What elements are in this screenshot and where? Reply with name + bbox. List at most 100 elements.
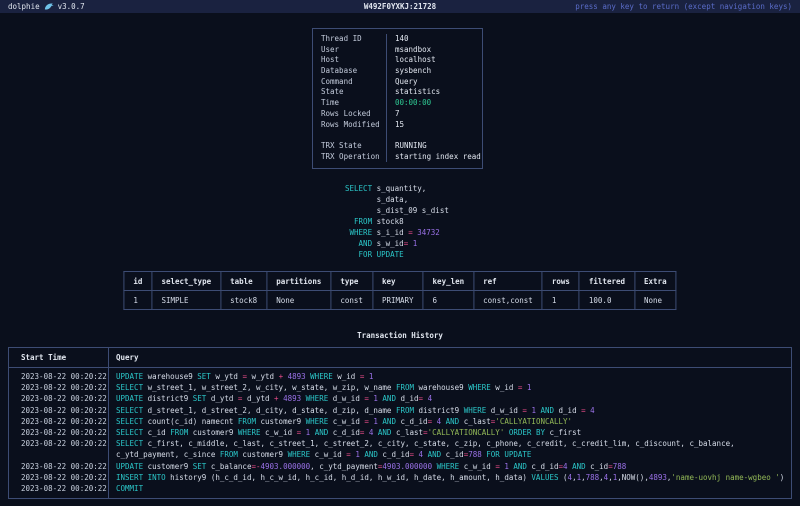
sql-token-pl: d_ytd xyxy=(242,394,274,403)
history-column-divider xyxy=(108,348,109,498)
sql-token-pl: , c_ytd_payment xyxy=(310,462,378,471)
sql-token-pl: customer9 xyxy=(256,417,306,426)
sql-token-pl: customer9 xyxy=(188,428,238,437)
history-start-time: 2023-08-22 00:20:22 xyxy=(9,483,108,494)
history-query: UPDATE district9 SET d_ytd = d_ytd + 489… xyxy=(108,393,432,404)
sql-token-pl xyxy=(345,217,354,226)
query-sql-line: s_dist_09 s_dist xyxy=(345,205,449,216)
sql-token-kw: AND xyxy=(359,239,373,248)
explain-header-cell: key_len xyxy=(423,272,474,291)
sql-token-num: 788 xyxy=(586,473,600,482)
sql-token-pl: count(c_id) namecnt xyxy=(143,417,238,426)
sql-token-kw: UPDATE xyxy=(116,462,143,471)
sql-token-pl: c_first, c_middle, c_last, c_street_1, c… xyxy=(143,439,735,448)
sql-token-pl: c_id xyxy=(143,428,170,437)
explain-data-cell: 6 xyxy=(423,291,474,310)
sql-token-pl: warehouse9 xyxy=(414,383,468,392)
thread-field-value: localhost xyxy=(386,55,482,66)
explain-header-cell: ref xyxy=(474,272,543,291)
history-start-time: 2023-08-22 00:20:22 xyxy=(9,405,108,416)
history-start-time: 2023-08-22 00:20:22 xyxy=(9,416,108,427)
explain-data-cell: 1 xyxy=(542,291,579,310)
sql-token-pl: d_ytd xyxy=(206,394,238,403)
sql-token-kw: SET xyxy=(193,394,207,403)
sql-token-kw: SET xyxy=(197,372,211,381)
query-sql: SELECT s_quantity, s_data, s_dist_09 s_d… xyxy=(345,183,449,260)
thread-field-value: Query xyxy=(386,77,482,88)
sql-token-kw: FROM xyxy=(396,383,414,392)
history-start-time: 2023-08-22 00:20:22 xyxy=(9,382,108,393)
sql-token-num: 1 xyxy=(413,239,418,248)
sql-token-pl: c_first xyxy=(545,428,581,437)
sql-token-kw: WHERE xyxy=(288,450,311,459)
sql-token-kw: FROM xyxy=(354,217,372,226)
sql-token-pl: w_ytd xyxy=(211,372,243,381)
sql-token-pl: stock8 xyxy=(372,217,404,226)
sql-token-kw: FOR UPDATE xyxy=(359,250,404,259)
history-query: UPDATE warehouse9 SET w_ytd = w_ytd + 48… xyxy=(108,371,373,382)
history-query: c_ytd_payment, c_since FROM customer9 WH… xyxy=(108,449,531,460)
explain-header-cell: rows xyxy=(542,272,579,291)
explain-data-cell: const,const xyxy=(474,291,543,310)
thread-field-label: TRX Operation xyxy=(313,152,386,163)
sql-token-pl: d_w_id xyxy=(486,406,522,415)
explain-data-cell: 1 xyxy=(124,291,152,310)
thread-field-label: TRX State xyxy=(313,141,386,152)
thread-field-row: Hostlocalhost xyxy=(313,55,482,66)
thread-field-row: Statestatistics xyxy=(313,87,482,98)
transaction-history-panel[interactable]: Start Time Query 2023-08-22 00:20:22UPDA… xyxy=(8,347,792,499)
sql-token-str: 'CALLYATIONCALLY' xyxy=(495,417,572,426)
sql-token-pl: c_d_id xyxy=(378,450,410,459)
explain-header-cell: table xyxy=(221,272,267,291)
thread-field-row: CommandQuery xyxy=(313,77,482,88)
history-query: UPDATE customer9 SET c_balance=-4903.000… xyxy=(108,461,626,472)
thread-field-label: Host xyxy=(313,55,386,66)
explain-header-cell: partitions xyxy=(267,272,331,291)
sql-token-kw: COMMIT xyxy=(116,484,143,493)
history-row-line: 2023-08-22 00:20:22 COMMIT xyxy=(9,483,791,494)
thread-field-label: Command xyxy=(313,77,386,88)
query-sql-line: FOR UPDATE xyxy=(345,249,449,260)
explain-header-cell: id xyxy=(124,272,152,291)
return-hint: press any key to return (except navigati… xyxy=(575,0,792,13)
thread-panel-rows: Thread ID140UsermsandboxHostlocalhostDat… xyxy=(313,34,482,162)
sql-token-pl: s_dist_09 s_dist xyxy=(345,206,449,215)
thread-field-value: 15 xyxy=(386,120,482,131)
history-row-line: 2023-08-22 00:20:22SELECT c_id FROM cust… xyxy=(9,427,791,438)
sql-token-pl: s_data, xyxy=(345,195,408,204)
query-sql-line: SELECT s_quantity, xyxy=(345,183,449,194)
history-row-line: 2023-08-22 00:20:22INSERT INTO history9 … xyxy=(9,472,791,483)
sql-token-pl: history9 (h_c_d_id, h_c_w_id, h_c_id, h_… xyxy=(166,473,532,482)
sql-token-kw: ORDER BY xyxy=(509,428,545,437)
sql-token-kw: WHERE xyxy=(350,228,373,237)
sql-token-kw: AND xyxy=(572,462,586,471)
sql-token-kw: SELECT xyxy=(116,417,143,426)
history-start-time: 2023-08-22 00:20:22 xyxy=(9,461,108,472)
sql-token-num: 788 xyxy=(468,450,482,459)
sql-token-kw: AND xyxy=(364,450,378,459)
sql-token-pl xyxy=(345,239,359,248)
history-query: SELECT c_id FROM customer9 WHERE c_w_id … xyxy=(108,427,581,438)
sql-token-kw: SET xyxy=(193,462,207,471)
history-row-line: 2023-08-22 00:20:22UPDATE warehouse9 SET… xyxy=(9,371,791,382)
sql-token-num: 4 xyxy=(428,394,433,403)
explain-header-cell: type xyxy=(331,272,373,291)
thread-field-row: Thread ID140 xyxy=(313,34,482,45)
sql-token-kw: AND xyxy=(315,428,329,437)
history-header-row: Start Time Query xyxy=(9,348,791,368)
thread-field-row: Usermsandbox xyxy=(313,45,482,56)
explain-data-cell: None xyxy=(267,291,331,310)
explain-data-cell: const xyxy=(331,291,373,310)
thread-detail-panel: Thread ID140UsermsandboxHostlocalhostDat… xyxy=(312,28,483,169)
sql-token-num: 1 xyxy=(369,372,374,381)
sql-token-pl: w_id xyxy=(333,372,360,381)
sql-token-kw: UPDATE xyxy=(116,394,143,403)
sql-token-pl: d_street_1, d_street_2, d_city, d_state,… xyxy=(143,406,396,415)
topbar: dolphie v3.0.7 W492F0YXKJ:21728 press an… xyxy=(0,0,800,13)
thread-field-row: Rows Locked7 xyxy=(313,109,482,120)
sql-token-pl: c_d_id xyxy=(396,417,428,426)
sql-token-num: 4903.000000 xyxy=(261,462,311,471)
sql-token-pl: d_id xyxy=(396,394,419,403)
thread-field-row: Time00:00:00 xyxy=(313,98,482,109)
sql-token-num: 4893 xyxy=(649,473,667,482)
